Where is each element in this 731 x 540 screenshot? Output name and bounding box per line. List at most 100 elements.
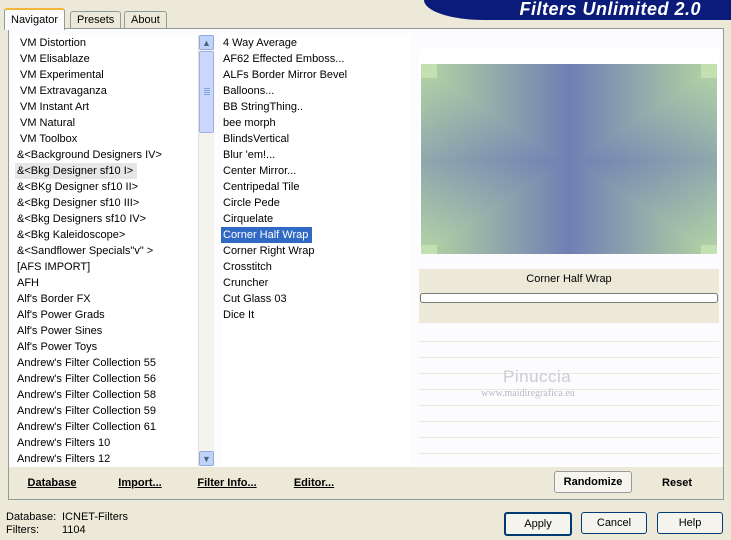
list-item[interactable]: Andrew's Filter Collection 61: [15, 419, 198, 435]
list-item[interactable]: Cirquelate: [221, 211, 411, 227]
list-item[interactable]: [AFS IMPORT]: [15, 259, 198, 275]
list-item[interactable]: VM Toolbox: [15, 131, 198, 147]
list-item[interactable]: Crosstitch: [221, 259, 411, 275]
param-divider: [419, 453, 719, 454]
param-divider: [419, 405, 719, 406]
list-item[interactable]: BlindsVertical: [221, 131, 411, 147]
list-item[interactable]: Andrew's Filter Collection 58: [15, 387, 198, 403]
progress-bar: [420, 293, 718, 303]
list-item-label: Cut Glass 03: [223, 293, 287, 305]
list-item[interactable]: Andrew's Filter Collection 55: [15, 355, 198, 371]
list-item-label: VM Extravaganza: [20, 85, 107, 97]
watermark-url: www.maidiregrafica.eu: [481, 388, 575, 399]
apply-button[interactable]: Apply: [504, 512, 572, 536]
list-item[interactable]: &<Bkg Designer sf10 I>: [15, 163, 198, 179]
list-item[interactable]: Alf's Power Sines: [15, 323, 198, 339]
database-button[interactable]: Database: [19, 473, 85, 493]
list-item[interactable]: Andrew's Filters 12: [15, 451, 198, 466]
title-banner: Filters Unlimited 2.0: [424, 0, 731, 20]
list-item-label: VM Experimental: [20, 69, 104, 81]
scroll-up-button[interactable]: ▲: [199, 35, 214, 50]
filter-info-button[interactable]: Filter Info...: [189, 473, 265, 493]
list-item[interactable]: Balloons...: [221, 83, 411, 99]
reset-button[interactable]: Reset: [649, 473, 705, 493]
tab-navigator[interactable]: Navigator: [4, 8, 66, 30]
category-list[interactable]: VM Distortion VM Elisablaze VM Experimenta…: [15, 35, 198, 466]
list-item[interactable]: Blur 'em!...: [221, 147, 411, 163]
database-label: Database:: [6, 511, 57, 523]
list-item[interactable]: Corner Right Wrap: [221, 243, 411, 259]
list-item[interactable]: &<Sandflower Specials"v" >: [15, 243, 198, 259]
list-item[interactable]: &<Bkg Designers sf10 IV>: [15, 211, 198, 227]
scroll-down-button[interactable]: ▼: [199, 451, 214, 466]
list-item[interactable]: &<BKg Designer sf10 II>: [15, 179, 198, 195]
list-item[interactable]: ALFs Border Mirror Bevel: [221, 67, 411, 83]
list-item[interactable]: Dice It: [221, 307, 411, 323]
filters-count: 1104: [62, 524, 86, 536]
param-divider: [419, 421, 719, 422]
list-item-label: Andrew's Filter Collection 61: [17, 421, 157, 433]
list-item[interactable]: VM Instant Art: [15, 99, 198, 115]
app-title: Filters Unlimited 2.0: [519, 0, 701, 19]
cancel-button[interactable]: Cancel: [581, 512, 647, 534]
list-item[interactable]: BB StringThing..: [221, 99, 411, 115]
list-item[interactable]: AF62 Effected Emboss...: [221, 51, 411, 67]
grip-line: [204, 90, 210, 91]
tab-presets[interactable]: Presets: [70, 11, 122, 28]
list-item[interactable]: Alf's Power Grads: [15, 307, 198, 323]
scroll-thumb[interactable]: [199, 51, 214, 133]
list-item-label: VM Elisablaze: [20, 53, 90, 65]
list-item-label: Crosstitch: [223, 261, 272, 273]
list-item-label: Corner Right Wrap: [223, 245, 315, 257]
list-item-label: Balloons...: [223, 85, 275, 97]
randomize-button[interactable]: Randomize: [554, 471, 632, 493]
list-item[interactable]: VM Distortion: [15, 35, 198, 51]
help-button[interactable]: Help: [657, 512, 723, 534]
preview-frame: [419, 49, 719, 259]
list-item[interactable]: Centripedal Tile: [221, 179, 411, 195]
list-item-label: BB StringThing..: [223, 101, 304, 113]
list-item[interactable]: Alf's Power Toys: [15, 339, 198, 355]
param-divider: [419, 437, 719, 438]
list-item-label: Alf's Border FX: [17, 293, 91, 305]
list-item[interactable]: Andrew's Filter Collection 56: [15, 371, 198, 387]
list-item[interactable]: &<Bkg Designer sf10 III>: [15, 195, 198, 211]
editor-button[interactable]: Editor...: [285, 473, 343, 493]
chevron-down-icon: ▼: [202, 453, 211, 464]
category-scrollbar[interactable]: ▲ ▼: [198, 35, 214, 466]
list-item[interactable]: 4 Way Average: [221, 35, 411, 51]
list-item[interactable]: Cruncher: [221, 275, 411, 291]
list-item[interactable]: VM Elisablaze: [15, 51, 198, 67]
list-item-label: Corner Half Wrap: [221, 226, 314, 244]
list-item[interactable]: VM Extravaganza: [15, 83, 198, 99]
database-value: ICNET-Filters: [62, 511, 128, 523]
list-item[interactable]: Andrew's Filter Collection 59: [15, 403, 198, 419]
param-divider: [419, 357, 719, 358]
list-item[interactable]: Alf's Border FX: [15, 291, 198, 307]
list-item[interactable]: &<Bkg Kaleidoscope>: [15, 227, 198, 243]
preview-caption-box: Corner Half Wrap: [419, 269, 719, 323]
chevron-up-icon: ▲: [202, 37, 211, 48]
tab-about[interactable]: About: [124, 11, 167, 28]
list-item-label: BlindsVertical: [223, 133, 290, 145]
list-item[interactable]: Cut Glass 03: [221, 291, 411, 307]
list-item[interactable]: &<Background Designers IV>: [15, 147, 198, 163]
list-item-label: Cruncher: [223, 277, 269, 289]
import-button[interactable]: Import...: [109, 473, 171, 493]
list-item[interactable]: Center Mirror...: [221, 163, 411, 179]
list-item[interactable]: AFH: [15, 275, 198, 291]
list-item[interactable]: bee morph: [221, 115, 411, 131]
list-item[interactable]: Andrew's Filters 10: [15, 435, 198, 451]
list-item[interactable]: Circle Pede: [221, 195, 411, 211]
list-item-label: [AFS IMPORT]: [17, 261, 91, 273]
list-item-label: &<Bkg Designer sf10 III>: [17, 197, 140, 209]
list-item[interactable]: Corner Half Wrap: [221, 226, 411, 244]
list-item-label: VM Natural: [20, 117, 76, 129]
list-item-label: &<BKg Designer sf10 II>: [17, 181, 139, 193]
list-item[interactable]: VM Natural: [15, 115, 198, 131]
list-item-label: Dice It: [223, 309, 255, 321]
list-item-label: Cirquelate: [223, 213, 274, 225]
filter-list[interactable]: 4 Way Average AF62 Effected Emboss... ALFs…: [221, 35, 411, 466]
list-item[interactable]: VM Experimental: [15, 67, 198, 83]
list-item-label: Centripedal Tile: [223, 181, 300, 193]
